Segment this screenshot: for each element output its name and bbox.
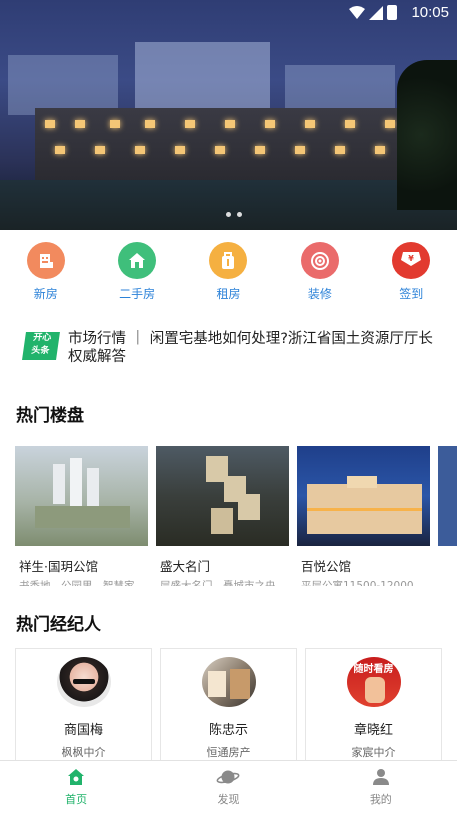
person-icon <box>372 769 389 785</box>
avatar <box>56 657 111 707</box>
quick-nav-decoration[interactable]: 装修 <box>274 242 365 302</box>
banner-ground <box>0 180 457 230</box>
headline-logo: 开心 头条 <box>22 332 60 360</box>
house-icon <box>118 242 157 279</box>
avatar <box>201 657 256 707</box>
quick-nav-second-hand[interactable]: 二手房 <box>91 242 182 302</box>
quick-nav-new-house[interactable]: 新房 <box>0 242 91 302</box>
target-icon <box>300 242 339 279</box>
hero-banner[interactable] <box>0 0 457 230</box>
quick-nav-label: 二手房 <box>119 287 156 301</box>
property-card[interactable]: 百悦公馆 平层公寓11500-12000... <box>297 446 430 586</box>
property-image <box>15 446 148 546</box>
property-desc: 书香地，公园里，智慧家 <box>19 580 135 586</box>
hot-properties-list[interactable]: 祥生·国玥公馆 书香地，公园里，智慧家 盛大名门 层盛大名门，矗城市之央 百悦公… <box>15 446 457 586</box>
bottom-nav: 首页 发现 我的 <box>0 760 457 813</box>
quick-nav-label: 新房 <box>33 287 58 301</box>
tab-label: 发现 <box>217 793 240 806</box>
property-name: 百悦公馆 <box>301 559 352 574</box>
property-card[interactable]: 祥生·国玥公馆 书香地，公园里，智慧家 <box>15 446 148 586</box>
property-name: 祥生·国玥公馆 <box>19 559 98 574</box>
agent-name: 陈忠示 <box>208 723 248 738</box>
banner-tower-left <box>8 55 118 115</box>
hot-agents-list[interactable]: 商国梅 枫枫中介 陈忠示 恒通房产 随时看房 章晓红 家宸中介 <box>15 648 457 760</box>
quick-nav-label: 签到 <box>399 287 424 301</box>
building-icon <box>26 242 65 279</box>
property-card-peek[interactable] <box>438 446 457 546</box>
tab-label: 我的 <box>369 793 392 806</box>
property-image <box>156 446 289 546</box>
agent-card[interactable]: 随时看房 章晓红 家宸中介 <box>305 648 442 760</box>
avatar: 随时看房 <box>346 657 401 707</box>
agent-company: 枫枫中介 <box>61 746 106 759</box>
status-icons <box>349 5 397 20</box>
signal-icon <box>369 6 383 20</box>
agent-name: 商国梅 <box>63 723 103 738</box>
battery-icon <box>387 5 397 20</box>
agent-badge-text: 随时看房 <box>353 664 394 675</box>
banner-trees <box>397 60 457 210</box>
agent-card[interactable]: 陈忠示 恒通房产 <box>160 648 297 760</box>
quick-nav: 新房 二手房 租房 装修 ¥ 签到 <box>0 242 457 302</box>
agent-card[interactable]: 商国梅 枫枫中介 <box>15 648 152 760</box>
agent-company: 恒通房产 <box>206 746 251 759</box>
tab-label: 首页 <box>65 793 88 806</box>
property-card[interactable]: 盛大名门 层盛大名门，矗城市之央 <box>156 446 289 586</box>
home-icon <box>68 769 85 785</box>
quick-nav-label: 装修 <box>307 287 332 301</box>
svg-text:¥: ¥ <box>408 254 414 263</box>
headline-text[interactable]: 市场行情 ｜ 闲置宅基地如何处理?浙江省国土资源厅厅长权威解答 <box>68 330 442 366</box>
hot-properties-title: 热门楼盘 <box>16 406 84 426</box>
carousel-dot[interactable] <box>226 212 231 217</box>
quick-nav-label: 租房 <box>216 287 241 301</box>
agent-name: 章晓红 <box>353 723 393 738</box>
red-envelope-icon: ¥ <box>392 242 431 279</box>
headline-news[interactable]: 开心 头条 市场行情 ｜ 闲置宅基地如何处理?浙江省国土资源厅厅长权威解答 <box>22 330 444 370</box>
agent-company: 家宸中介 <box>351 746 396 759</box>
property-desc: 层盛大名门，矗城市之央 <box>160 580 276 586</box>
planet-icon <box>217 770 240 784</box>
status-time: 10:05 <box>411 4 449 21</box>
property-image <box>438 446 457 546</box>
property-image <box>297 446 430 546</box>
status-bar: 10:05 <box>0 0 457 26</box>
quick-nav-checkin[interactable]: ¥ 签到 <box>366 242 457 302</box>
wifi-icon <box>349 6 365 19</box>
hot-agents-title: 热门经纪人 <box>16 615 101 635</box>
property-name: 盛大名门 <box>160 559 211 574</box>
tab-home[interactable]: 首页 <box>0 761 152 813</box>
banner-villa <box>35 108 425 183</box>
tab-discover[interactable]: 发现 <box>152 761 304 813</box>
quick-nav-rent[interactable]: 租房 <box>183 242 274 302</box>
carousel-dot[interactable] <box>237 212 242 217</box>
property-desc: 平层公寓11500-12000... <box>301 580 424 586</box>
tab-mine[interactable]: 我的 <box>305 761 457 813</box>
suitcase-icon <box>209 242 248 279</box>
carousel-indicator <box>226 212 242 217</box>
